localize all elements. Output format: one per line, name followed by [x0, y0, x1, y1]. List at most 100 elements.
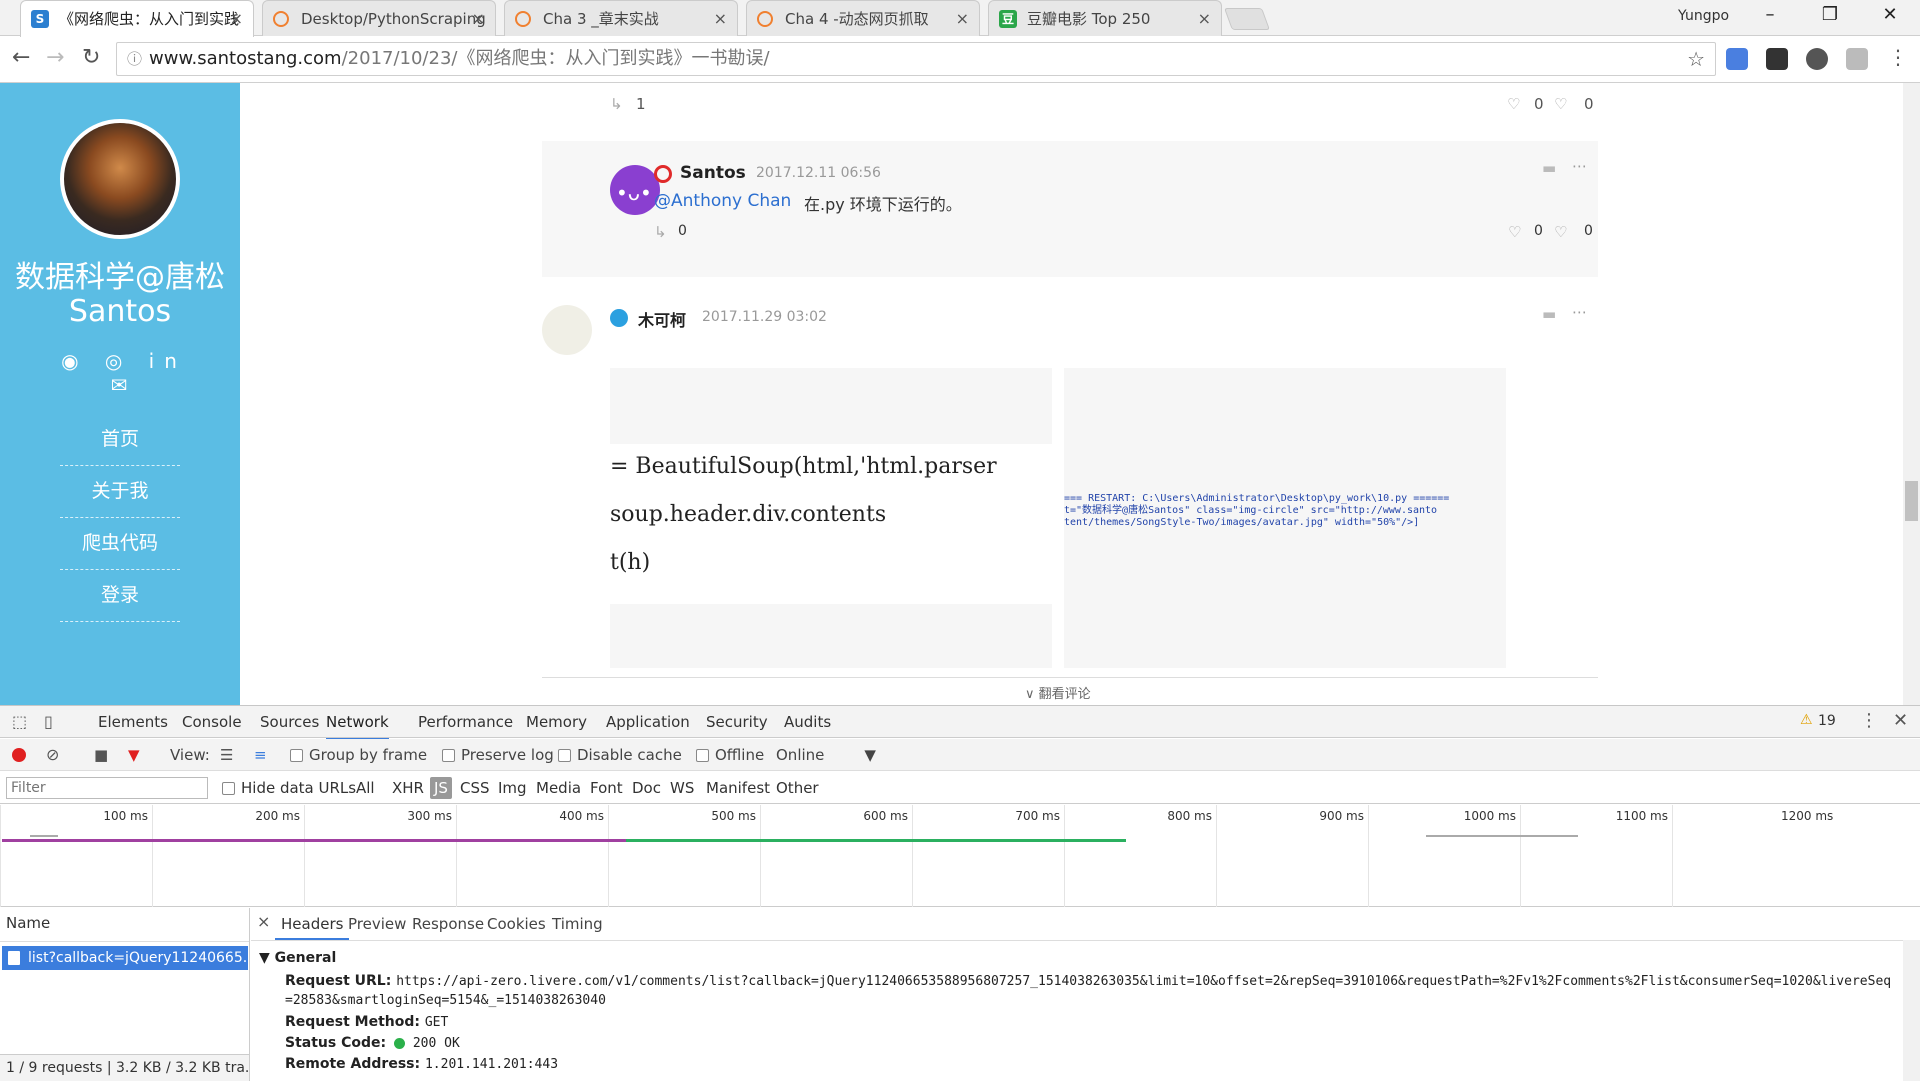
like-icon[interactable]: ♡: [1507, 95, 1520, 113]
social-links[interactable]: ◉ ◎ in ✉: [54, 349, 194, 397]
tab-timing[interactable]: Timing: [552, 908, 603, 940]
comment-author[interactable]: 木可柯: [638, 307, 686, 331]
tab-preview[interactable]: Preview: [348, 908, 406, 940]
close-tab-icon[interactable]: ×: [714, 1, 727, 36]
filter-media[interactable]: Media: [536, 772, 581, 804]
menu-item-login[interactable]: 登录: [60, 569, 180, 622]
hide-data-urls-checkbox[interactable]: Hide data URLs: [222, 772, 356, 804]
translate-extension-icon[interactable]: [1726, 48, 1748, 70]
warning-icon[interactable]: ⚠: [1800, 712, 1813, 728]
tab-cha4[interactable]: Cha 4 -动态网页抓取 ×: [746, 0, 980, 36]
collapse-icon[interactable]: ▬: [1542, 305, 1556, 323]
inspect-element-icon[interactable]: ⬚: [12, 712, 27, 731]
bookmark-star-icon[interactable]: ☆: [1687, 43, 1705, 75]
restore-button[interactable]: ❐: [1810, 4, 1850, 25]
network-overview-timeline[interactable]: 100 ms 200 ms 300 ms 400 ms 500 ms 600 m…: [0, 805, 1920, 907]
tab-pythonscraping[interactable]: Desktop/PythonScraping ×: [262, 0, 496, 36]
filter-doc[interactable]: Doc: [632, 772, 661, 804]
clear-icon[interactable]: ⊘: [46, 739, 59, 771]
extension-icon[interactable]: [1806, 48, 1828, 70]
tab-audits[interactable]: Audits: [784, 706, 831, 738]
menu-item-home[interactable]: 首页: [60, 413, 180, 466]
filter-xhr[interactable]: XHR: [392, 772, 424, 804]
detail-scrollbar[interactable]: [1903, 940, 1920, 1081]
filter-icon[interactable]: ▼: [128, 739, 140, 771]
tab-headers[interactable]: Headers: [275, 908, 350, 940]
preserve-log-checkbox[interactable]: Preserve log: [442, 739, 554, 771]
record-icon[interactable]: [12, 748, 26, 762]
general-section-toggle[interactable]: ▼ General: [259, 950, 336, 966]
overview-icon[interactable]: ≡: [254, 739, 267, 771]
tab-cha3[interactable]: Cha 3 _章末实战 ×: [504, 0, 738, 36]
screenshot-icon[interactable]: ■: [94, 739, 108, 771]
android-extension-icon[interactable]: [1846, 48, 1868, 70]
filter-img[interactable]: Img: [498, 772, 527, 804]
filter-font[interactable]: Font: [590, 772, 623, 804]
close-tab-icon[interactable]: ×: [230, 1, 243, 37]
back-button[interactable]: ←: [12, 45, 30, 70]
filter-css[interactable]: CSS: [460, 772, 490, 804]
close-tab-icon[interactable]: ×: [472, 1, 485, 36]
minimize-button[interactable]: –: [1750, 4, 1790, 25]
group-by-frame-checkbox[interactable]: Group by frame: [290, 739, 427, 771]
devtools-menu-icon[interactable]: ⋮: [1860, 710, 1878, 731]
close-tab-icon[interactable]: ×: [956, 1, 969, 36]
large-rows-icon[interactable]: ☰: [220, 739, 233, 771]
more-options-icon[interactable]: ⋯: [1572, 157, 1587, 175]
reply-arrow-icon[interactable]: ↳: [610, 95, 623, 113]
new-tab-button[interactable]: [1223, 8, 1271, 30]
page-scrollbar[interactable]: [1903, 83, 1920, 705]
dislike-icon[interactable]: ♡: [1554, 95, 1567, 113]
extension-icon[interactable]: [1766, 48, 1788, 70]
request-row[interactable]: list?callback=jQuery11240665...: [2, 946, 248, 970]
url-bar[interactable]: ⓘ www.santostang.com/2017/10/23/《网络爬虫：从入…: [116, 42, 1716, 76]
reply-arrow-icon[interactable]: ↳: [654, 223, 667, 241]
tab-douban[interactable]: 豆 豆瓣电影 Top 250 ×: [988, 0, 1222, 36]
window-close-button[interactable]: ✕: [1870, 4, 1910, 25]
filter-manifest[interactable]: Manifest: [706, 772, 770, 804]
menu-item-code[interactable]: 爬虫代码: [60, 517, 180, 570]
throttle-select[interactable]: Online ▼: [776, 739, 876, 771]
tab-security[interactable]: Security: [706, 706, 768, 738]
name-column-header[interactable]: Name: [6, 914, 50, 932]
load-more-comments[interactable]: ∨ 翻看评论: [1025, 683, 1091, 702]
tab-label: Cha 4 -动态网页抓取: [785, 10, 929, 28]
tab-santostang[interactable]: S 《网络爬虫：从入门到实践 ×: [20, 0, 254, 37]
like-count: 0: [1534, 223, 1543, 239]
tab-console[interactable]: Console: [182, 706, 242, 738]
close-tab-icon[interactable]: ×: [1198, 1, 1211, 36]
comment-author[interactable]: Santos: [680, 163, 746, 183]
tab-network[interactable]: Network: [326, 706, 389, 740]
offline-checkbox[interactable]: Offline: [696, 739, 764, 771]
tab-response[interactable]: Response: [412, 908, 484, 940]
info-icon[interactable]: ⓘ: [127, 43, 142, 75]
device-toolbar-icon[interactable]: ▯: [44, 712, 53, 731]
filter-all[interactable]: All: [356, 772, 375, 804]
tab-sources[interactable]: Sources: [260, 706, 319, 738]
comment-mention[interactable]: @Anthony Chan: [654, 191, 791, 211]
filter-js[interactable]: JS: [430, 777, 452, 799]
like-icon[interactable]: ♡: [1508, 223, 1521, 241]
dislike-icon[interactable]: ♡: [1554, 223, 1567, 241]
page-scrollbar-thumb[interactable]: [1905, 481, 1918, 521]
profile-name[interactable]: Yungpo: [1678, 8, 1729, 24]
tab-elements[interactable]: Elements: [98, 706, 168, 738]
chrome-menu-icon[interactable]: ⋮: [1888, 45, 1908, 69]
tab-cookies[interactable]: Cookies: [487, 908, 546, 940]
menu-item-about[interactable]: 关于我: [60, 465, 180, 518]
reload-button[interactable]: ↻: [82, 45, 100, 70]
tab-memory[interactable]: Memory: [526, 706, 587, 738]
forward-button[interactable]: →: [46, 45, 64, 70]
tab-application[interactable]: Application: [606, 706, 690, 738]
site-title[interactable]: 数据科学@唐松 Santos: [0, 261, 240, 329]
disable-cache-checkbox[interactable]: Disable cache: [558, 739, 682, 771]
tab-performance[interactable]: Performance: [418, 706, 513, 738]
close-detail-icon[interactable]: ×: [257, 912, 270, 931]
devtools-close-icon[interactable]: ✕: [1893, 710, 1908, 731]
filter-other[interactable]: Other: [776, 772, 819, 804]
more-options-icon[interactable]: ⋯: [1572, 303, 1587, 321]
filter-ws[interactable]: WS: [670, 772, 694, 804]
warning-count[interactable]: 19: [1818, 713, 1836, 729]
collapse-icon[interactable]: ▬: [1542, 159, 1556, 177]
filter-input[interactable]: [6, 777, 208, 799]
